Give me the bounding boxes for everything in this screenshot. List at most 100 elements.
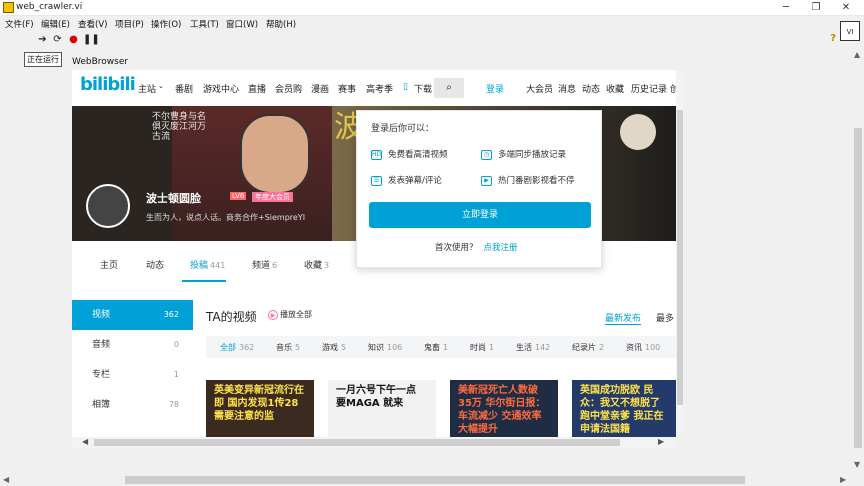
nav-vip[interactable]: 大会员 xyxy=(526,82,553,95)
scroll-thumb[interactable] xyxy=(125,476,745,484)
menu-view[interactable]: 查看(V) xyxy=(78,18,107,30)
bili-header: bilibili 主站 ⌄ 番剧 游戏中心 直播 会员购 漫画 赛事 高考季 ▯… xyxy=(72,70,676,106)
video-thumbnail[interactable]: 英国成功脱欧 民众：我又不想脱了 跑中堂亲爹 我正在申请法国籍 xyxy=(572,380,676,437)
sort-most[interactable]: 最多 xyxy=(656,311,674,324)
scroll-up-icon[interactable]: ▲ xyxy=(854,50,860,59)
labview-vi-icon xyxy=(3,2,14,13)
run-continuous-icon[interactable]: ⟳ xyxy=(52,34,63,45)
video-thumbnail[interactable]: 一月六号下午一点 要MAGA 就来 xyxy=(328,380,436,437)
user-name: 波士顿圆脸 xyxy=(146,192,201,205)
filter-music[interactable]: 音乐 5 xyxy=(276,342,300,353)
menu-file[interactable]: 文件(F) xyxy=(5,18,34,30)
perk-bangumi: ▶ 热门番剧影视看不停 xyxy=(481,174,575,186)
run-arrow-icon[interactable]: ➔ xyxy=(37,34,48,45)
pause-icon[interactable]: ❚❚ xyxy=(83,34,100,45)
video-thumbnail[interactable]: 美新冠死亡人数破35万 华尔街日报：车流减少 交通效率大幅提升 xyxy=(450,380,558,437)
avatar[interactable] xyxy=(86,184,130,228)
abort-icon[interactable]: ● xyxy=(68,34,79,45)
filter-kichiku[interactable]: 鬼畜 1 xyxy=(424,342,448,353)
nav-manga[interactable]: 漫画 xyxy=(311,82,329,95)
nav-match[interactable]: 赛事 xyxy=(338,82,356,95)
moon-icon xyxy=(620,114,656,150)
browser-horizontal-scrollbar[interactable]: ◀ ▶ xyxy=(72,437,676,448)
sort-latest[interactable]: 最新发布 xyxy=(605,311,641,324)
sidebar-item-audio[interactable]: 音频 0 xyxy=(72,330,193,360)
nav-gaokao[interactable]: 高考季 xyxy=(366,82,393,95)
filter-documentary[interactable]: 纪录片 2 xyxy=(572,342,604,353)
nav-bangumi[interactable]: 番剧 xyxy=(175,82,193,95)
phone-icon: ▯ xyxy=(403,82,408,92)
nav-game[interactable]: 游戏中心 xyxy=(203,82,239,95)
filter-fashion[interactable]: 时尚 1 xyxy=(470,342,494,353)
scroll-thumb[interactable] xyxy=(94,439,620,446)
tab-channel[interactable]: 频道 6 xyxy=(252,258,277,271)
sidebar-item-album[interactable]: 相簿 78 xyxy=(72,390,193,420)
scroll-thumb[interactable] xyxy=(677,110,683,405)
nav-main[interactable]: 主站 xyxy=(138,82,156,95)
banner-poem: 不尔曹身与名俱灭废江河万古流 xyxy=(152,112,207,142)
tab-home[interactable]: 主页 xyxy=(100,258,118,271)
play-icon: ▶ xyxy=(268,310,278,320)
scroll-down-icon[interactable]: ▼ xyxy=(854,460,860,469)
host-portrait-icon xyxy=(240,114,310,194)
login-popup: 登录后你可以： HD 免费看高清视频 ◷ 多端同步播放记录 ☰ 发表弹幕/评论 ▶ 热门… xyxy=(356,110,602,268)
register-link[interactable]: 点我注册 xyxy=(484,243,518,253)
filter-news[interactable]: 资讯 100 xyxy=(626,342,660,353)
menu-project[interactable]: 项目(P) xyxy=(115,18,144,30)
menu-window[interactable]: 窗口(W) xyxy=(226,18,258,30)
filter-all[interactable]: 全部 362 xyxy=(220,342,254,353)
window-title: web_crawler.vi xyxy=(16,2,83,12)
window-titlebar: web_crawler.vi ─ ❐ ✕ xyxy=(0,0,864,16)
perk-sync: ◷ 多端同步播放记录 xyxy=(481,148,566,160)
sidebar-item-video[interactable]: 视频 362 xyxy=(72,300,193,330)
scroll-left-icon[interactable]: ◀ xyxy=(82,437,88,446)
upload-sidebar: 视频 362 音频 0 专栏 1 相簿 78 xyxy=(72,300,193,437)
user-signature: 生而为人，说点人话。商务合作+SiempreYI xyxy=(146,213,306,222)
close-button[interactable]: ✕ xyxy=(832,0,860,16)
category-filter: 全部 362 音乐 5 游戏 5 知识 106 鬼畜 1 时尚 1 生活 142 纪录片 2 资… xyxy=(206,336,676,358)
login-link[interactable]: 登录 xyxy=(486,82,504,95)
bilibili-logo[interactable]: bilibili xyxy=(80,74,136,95)
danmaku-icon: ☰ xyxy=(371,175,382,186)
window-horizontal-scrollbar[interactable]: ◀ ▶ xyxy=(0,474,852,486)
browser-vertical-scrollbar[interactable] xyxy=(676,70,684,432)
video-thumbnail[interactable]: 英美变异新冠流行在即 国内发现1传28 需要注意的监 xyxy=(206,380,314,437)
scroll-right-icon[interactable]: ▶ xyxy=(658,437,664,446)
nav-history[interactable]: 历史记录 xyxy=(631,82,667,95)
menu-edit[interactable]: 编辑(E) xyxy=(41,18,70,30)
tab-dynamic[interactable]: 动态 xyxy=(146,258,164,271)
play-all-button[interactable]: ▶ 播放全部 xyxy=(268,309,312,320)
nav-favorite[interactable]: 收藏 xyxy=(606,82,624,95)
nav-dynamic[interactable]: 动态 xyxy=(582,82,600,95)
tab-uploads[interactable]: 投稿 441 xyxy=(190,258,225,271)
webbrowser-label: WebBrowser xyxy=(72,57,129,67)
filter-knowledge[interactable]: 知识 106 xyxy=(368,342,402,353)
scroll-right-icon[interactable]: ▶ xyxy=(840,475,846,484)
menu-tools[interactable]: 工具(T) xyxy=(190,18,219,30)
play-icon: ▶ xyxy=(481,175,492,186)
nav-shop[interactable]: 会员购 xyxy=(275,82,302,95)
tab-favorites[interactable]: 收藏 3 xyxy=(304,258,329,271)
popup-title: 登录后你可以： xyxy=(371,124,435,134)
search-icon[interactable]: ⌕ xyxy=(434,78,464,98)
filter-life[interactable]: 生活 142 xyxy=(516,342,550,353)
help-icon[interactable]: ? xyxy=(830,33,836,44)
scroll-thumb[interactable] xyxy=(854,128,862,448)
sort-underline xyxy=(605,324,641,325)
nav-message[interactable]: 消息 xyxy=(558,82,576,95)
nav-live[interactable]: 直播 xyxy=(248,82,266,95)
filter-game[interactable]: 游戏 5 xyxy=(322,342,346,353)
minimize-button[interactable]: ─ xyxy=(772,0,800,16)
menu-operate[interactable]: 操作(O) xyxy=(151,18,181,30)
menu-help[interactable]: 帮助(H) xyxy=(266,18,296,30)
nav-download[interactable]: 下载 xyxy=(414,82,432,95)
active-tab-underline xyxy=(182,280,226,282)
chevron-down-icon: ⌄ xyxy=(158,82,164,90)
maximize-button[interactable]: ❐ xyxy=(802,0,830,16)
window-vertical-scrollbar[interactable]: ▲ ▼ xyxy=(852,48,864,472)
sidebar-item-article[interactable]: 专栏 1 xyxy=(72,360,193,390)
clock-icon: ◷ xyxy=(481,149,492,160)
scroll-left-icon[interactable]: ◀ xyxy=(3,475,9,484)
menu-bar: 文件(F) 编辑(E) 查看(V) 项目(P) 操作(O) 工具(T) 窗口(W… xyxy=(0,16,864,31)
login-now-button[interactable]: 立即登录 xyxy=(369,202,591,228)
